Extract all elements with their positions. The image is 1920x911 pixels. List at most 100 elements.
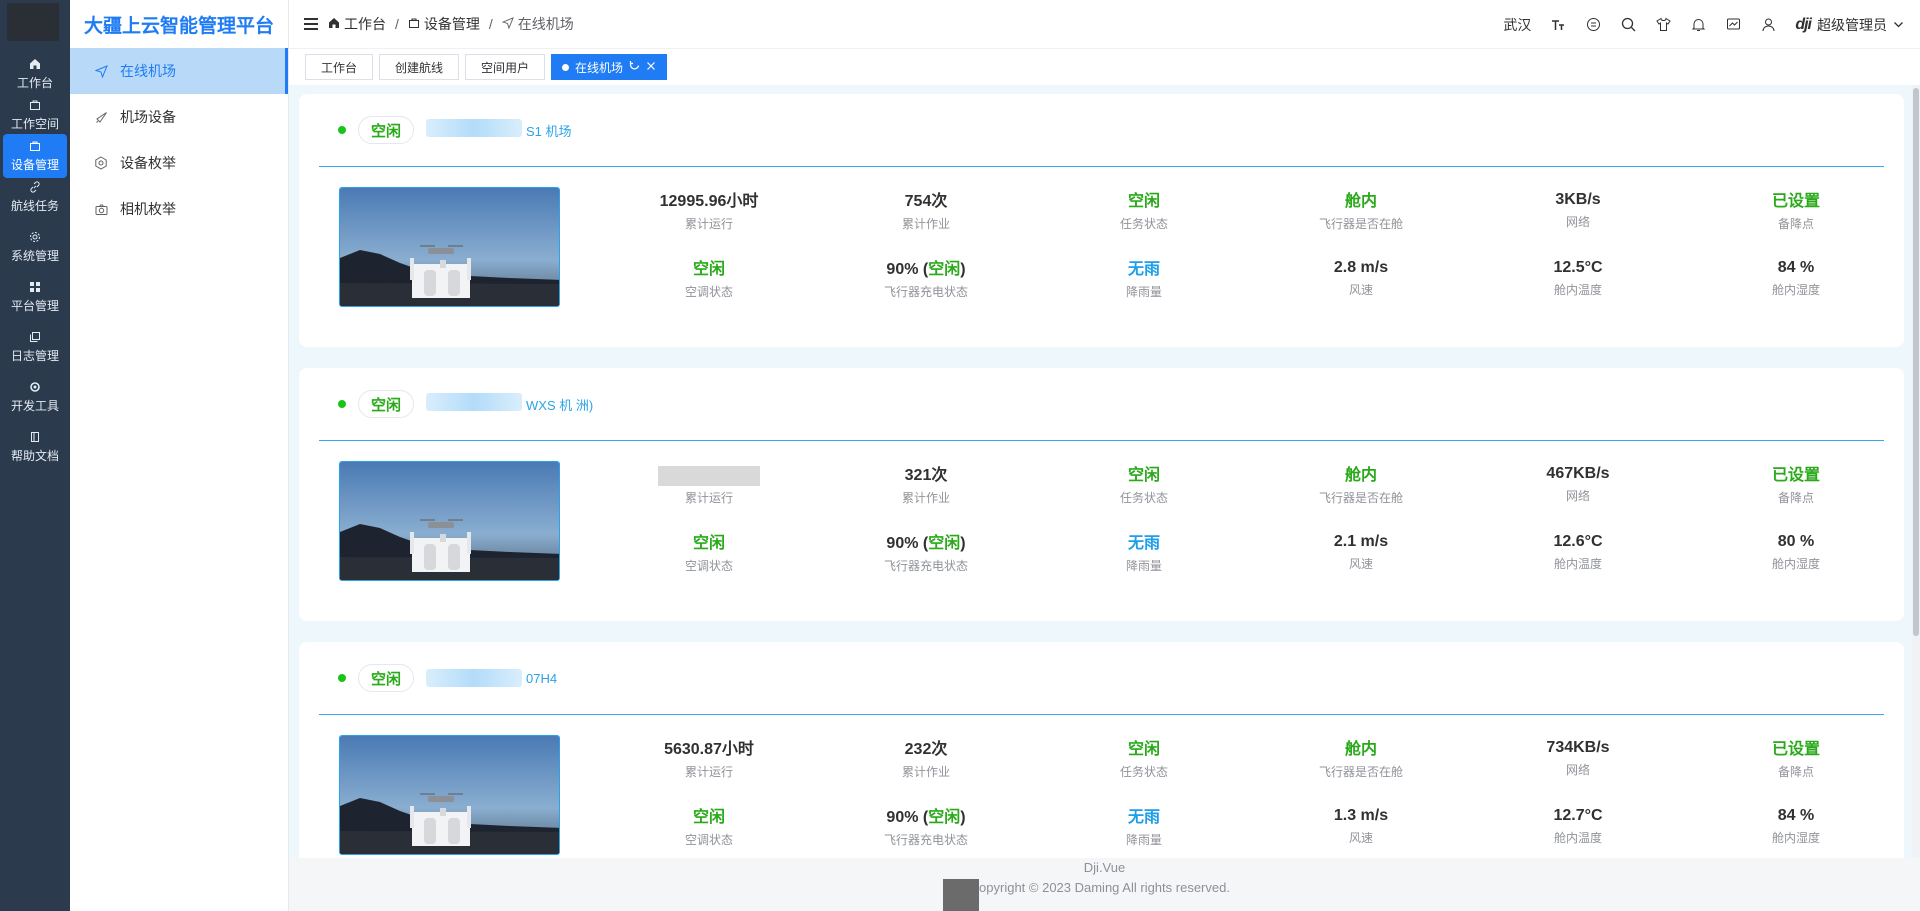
- rail-item-workbench[interactable]: 工作台: [3, 52, 67, 96]
- stat-total-runtime: 12995.96小时 累计运行: [639, 192, 779, 232]
- dock-status-badge: 空闲: [358, 664, 415, 692]
- stat-ac-status: 空闲 空调状态: [639, 260, 779, 300]
- dock-photo: [339, 735, 560, 855]
- stat-alternate-point: 已设置 备降点: [1726, 466, 1866, 506]
- rail-item-device-management[interactable]: 设备管理: [3, 134, 67, 178]
- close-icon[interactable]: [646, 60, 656, 74]
- theme-icon[interactable]: [1585, 17, 1601, 33]
- rail-item-label: 日志管理: [10, 349, 59, 363]
- stat-ac-status-label: 空调状态: [684, 285, 733, 299]
- menu-toggle-icon[interactable]: [304, 18, 318, 30]
- rail-item-route-tasks[interactable]: 航线任务: [3, 175, 67, 219]
- dock-name[interactable]: WXS 机 洲): [426, 392, 593, 414]
- dock-name[interactable]: 07H4: [426, 668, 557, 687]
- footer-brand: Dji.Vue: [1083, 860, 1126, 875]
- user-menu[interactable]: dji 超级管理员: [1795, 15, 1904, 35]
- stat-ac-status-value: 空闲: [692, 809, 725, 826]
- stat-network: 3KB/s 网络: [1508, 190, 1648, 230]
- sub-item-dock-devices[interactable]: 机场设备: [70, 94, 288, 140]
- sub-item-label: 在线机场: [120, 63, 176, 79]
- dock-card[interactable]: 空闲 07H4 5630.87小时 累计运行 232次 累计作业 空闲 任务状态 舱内 飞行器是否…: [299, 642, 1904, 858]
- dock-card[interactable]: 空闲 S1 机场 12995.96小时 累计运行 754次 累计作业 空闲 任务状态 舱内 飞行器…: [299, 94, 1904, 347]
- stat-ac-status: 空闲 空调状态: [639, 534, 779, 574]
- tag-workbench[interactable]: 工作台: [305, 54, 374, 80]
- stat-rainfall-value: 无雨: [1127, 809, 1160, 826]
- rail-item-dev-tools[interactable]: 开发工具: [3, 375, 67, 419]
- redacted-value: [658, 466, 760, 486]
- stat-cabin-temp: 12.6°C 舱内温度: [1508, 532, 1648, 572]
- sub-item-online-docks[interactable]: 在线机场: [70, 48, 288, 94]
- breadcrumb-item-workbench[interactable]: 工作台: [328, 14, 386, 34]
- stat-charge-status-label: 飞行器充电状态: [883, 833, 968, 847]
- sub-item-label: 设备枚举: [120, 155, 176, 171]
- stat-cabin-humidity-value: 80 %: [1777, 533, 1815, 550]
- stat-total-runtime: 5630.87小时 累计运行: [639, 740, 779, 780]
- hexagon-icon: [94, 156, 108, 170]
- rail-item-system[interactable]: 系统管理: [3, 225, 67, 269]
- search-icon[interactable]: [1620, 17, 1636, 33]
- stat-cabin-temp: 12.5°C 舱内温度: [1508, 258, 1648, 298]
- footer: Dji.Vue opyright © 2023 Daming All right…: [289, 858, 1920, 911]
- stat-in-cabin-value: 舱内: [1344, 467, 1377, 484]
- dock-card-header: 空闲 07H4: [319, 642, 1884, 715]
- navigation-icon: [501, 16, 514, 32]
- user-icon[interactable]: [1760, 17, 1776, 33]
- briefcase-icon: [408, 16, 420, 32]
- stat-in-cabin-value: 舱内: [1344, 741, 1377, 758]
- rail-item-platform[interactable]: 平台管理: [3, 275, 67, 319]
- app-logo: [7, 3, 59, 41]
- breadcrumb: 工作台 / 设备管理 / 在线机场: [328, 14, 574, 34]
- stat-wind-speed-value: 2.1 m/s: [1333, 533, 1389, 550]
- briefcase-icon: [28, 98, 42, 112]
- bell-icon[interactable]: [1690, 17, 1706, 33]
- stat-in-cabin-label: 飞行器是否在舱: [1318, 765, 1403, 779]
- online-status-dot: [338, 674, 346, 682]
- dock-card-header: 空闲 S1 机场: [319, 94, 1884, 167]
- rail-item-label: 设备管理: [10, 158, 59, 172]
- dock-card[interactable]: 空闲 WXS 机 洲) 累计运行 321次 累计作业 空闲 任务状态 舱内 飞行器是否在舱 467…: [299, 368, 1904, 621]
- breadcrumb-item-device-management[interactable]: 设备管理: [408, 14, 480, 34]
- rail-item-logs[interactable]: 日志管理: [3, 325, 67, 369]
- sub-item-label: 机场设备: [120, 109, 176, 125]
- dock-card-header: 空闲 WXS 机 洲): [319, 368, 1884, 441]
- stat-cabin-temp-value: 12.7°C: [1553, 807, 1603, 824]
- rail-item-workspace[interactable]: 工作空间: [3, 93, 67, 137]
- stat-alternate-point: 已设置 备降点: [1726, 740, 1866, 780]
- shirt-icon[interactable]: [1655, 17, 1671, 33]
- refresh-icon[interactable]: [629, 60, 640, 74]
- city-selector[interactable]: 武汉: [1503, 15, 1531, 35]
- grid-icon: [28, 280, 42, 294]
- stat-total-jobs: 321次 累计作业: [856, 466, 996, 506]
- rail-item-label: 开发工具: [10, 399, 59, 413]
- top-header: 工作台 / 设备管理 / 在线机场 武汉 dji 超级管理员: [289, 0, 1920, 49]
- tag-create-route[interactable]: 创建航线: [379, 54, 460, 80]
- stat-cabin-humidity-label: 舱内湿度: [1771, 557, 1820, 571]
- rail-item-help-docs[interactable]: 帮助文档: [3, 425, 67, 469]
- stat-cabin-humidity: 80 % 舱内湿度: [1726, 532, 1866, 572]
- stat-charge-status-label: 飞行器充电状态: [883, 285, 968, 299]
- stat-rainfall-value: 无雨: [1127, 261, 1160, 278]
- tags-view: 工作台 创建航线 空间用户 在线机场: [289, 49, 1920, 85]
- sub-item-device-enum[interactable]: 设备枚举: [70, 140, 288, 186]
- tag-online-docks[interactable]: 在线机场: [551, 54, 668, 80]
- sub-item-camera-enum[interactable]: 相机枚举: [70, 186, 288, 232]
- stat-total-jobs: 754次 累计作业: [856, 192, 996, 232]
- stat-network-label: 网络: [1565, 215, 1590, 229]
- rail-item-label: 系统管理: [10, 249, 59, 263]
- platform-title: 大疆上云智能管理平台: [83, 15, 274, 37]
- scrollbar[interactable]: [1912, 85, 1920, 858]
- stat-task-status-label: 任务状态: [1119, 217, 1168, 231]
- rocket-icon: [94, 110, 108, 124]
- stat-wind-speed-value: 2.8 m/s: [1333, 259, 1389, 276]
- dock-name[interactable]: S1 机场: [426, 118, 572, 140]
- stat-charge-status-label: 飞行器充电状态: [883, 559, 968, 573]
- redacted-block: [943, 879, 979, 911]
- monitor-icon[interactable]: [1725, 17, 1741, 33]
- font-size-icon[interactable]: [1550, 17, 1566, 33]
- stat-wind-speed: 2.8 m/s 风速: [1291, 258, 1431, 298]
- tag-space-users[interactable]: 空间用户: [465, 54, 546, 80]
- rail-item-label: 帮助文档: [10, 449, 59, 463]
- main-content: 空闲 S1 机场 12995.96小时 累计运行 754次 累计作业 空闲 任务状态 舱内 飞行器…: [289, 85, 1920, 858]
- scrollbar-thumb[interactable]: [1913, 88, 1919, 636]
- stat-in-cabin: 舱内 飞行器是否在舱: [1291, 192, 1431, 232]
